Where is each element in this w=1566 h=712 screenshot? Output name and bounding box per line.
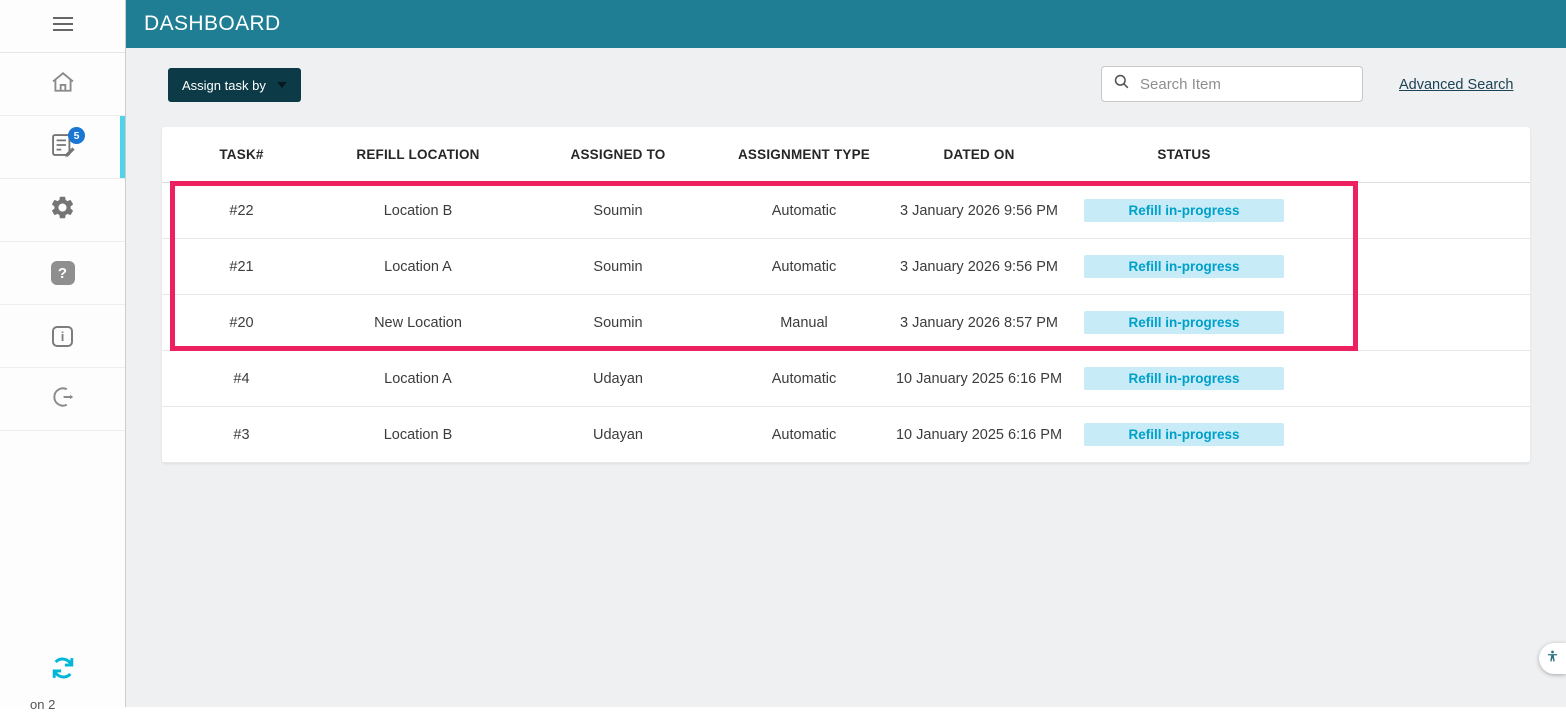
column-header-dated-on: DATED ON <box>887 147 1071 162</box>
top-header-bar: DASHBOARD <box>126 0 1566 48</box>
sidebar-item-help[interactable]: ? <box>0 242 125 305</box>
assign-task-by-label: Assign task by <box>182 78 266 93</box>
cell-status: Refill in-progress <box>1071 255 1297 278</box>
sidebar-item-settings[interactable] <box>0 179 125 242</box>
column-header-status: STATUS <box>1071 147 1297 162</box>
table-row[interactable]: #20 New Location Soumin Manual 3 January… <box>162 295 1530 351</box>
accessibility-widget-button[interactable] <box>1539 643 1566 674</box>
page-title: DASHBOARD <box>144 12 281 36</box>
cell-task: #3 <box>162 427 321 443</box>
cell-status: Refill in-progress <box>1071 423 1297 446</box>
cell-dated: 10 January 2025 6:16 PM <box>887 427 1071 443</box>
cell-type: Automatic <box>721 203 887 219</box>
cell-type: Automatic <box>721 259 887 275</box>
menu-toggle-button[interactable] <box>0 0 125 53</box>
home-icon <box>49 68 77 101</box>
cell-dated: 10 January 2025 6:16 PM <box>887 371 1071 387</box>
advanced-search-link[interactable]: Advanced Search <box>1399 77 1513 93</box>
cell-assigned: Udayan <box>515 371 721 387</box>
assign-task-by-button[interactable]: Assign task by <box>168 68 301 102</box>
cell-dated: 3 January 2026 8:57 PM <box>887 315 1071 331</box>
cell-location: Location A <box>321 259 515 275</box>
sidebar-item-logout[interactable] <box>0 368 125 431</box>
table-row[interactable]: #3 Location B Udayan Automatic 10 Januar… <box>162 407 1530 463</box>
chevron-down-icon <box>277 82 287 88</box>
version-text-fragment: on 2 <box>30 697 55 712</box>
column-header-refill-location: REFILL LOCATION <box>321 147 515 162</box>
tasks-table: TASK# REFILL LOCATION ASSIGNED TO ASSIGN… <box>162 127 1530 463</box>
cell-assigned: Soumin <box>515 259 721 275</box>
sidebar-item-home[interactable] <box>0 53 125 116</box>
sidebar-item-info[interactable]: i <box>0 305 125 368</box>
cell-type: Automatic <box>721 427 887 443</box>
status-badge: Refill in-progress <box>1084 423 1284 446</box>
cell-location: Location B <box>321 203 515 219</box>
help-icon: ? <box>51 261 75 285</box>
cell-status: Refill in-progress <box>1071 311 1297 334</box>
table-header-row: TASK# REFILL LOCATION ASSIGNED TO ASSIGN… <box>162 127 1530 183</box>
cell-type: Automatic <box>721 371 887 387</box>
cell-assigned: Soumin <box>515 203 721 219</box>
cell-location: Location A <box>321 371 515 387</box>
hamburger-icon <box>52 16 74 37</box>
table-row[interactable]: #4 Location A Udayan Automatic 10 Januar… <box>162 351 1530 407</box>
sync-icon <box>47 671 79 688</box>
cell-assigned: Soumin <box>515 315 721 331</box>
status-badge: Refill in-progress <box>1084 255 1284 278</box>
cell-location: Location B <box>321 427 515 443</box>
cell-type: Manual <box>721 315 887 331</box>
table-row[interactable]: #22 Location B Soumin Automatic 3 Januar… <box>162 183 1530 239</box>
column-header-assigned-to: ASSIGNED TO <box>515 147 721 162</box>
sidebar-item-tasks[interactable]: 5 <box>0 116 125 179</box>
search-input[interactable] <box>1140 76 1352 93</box>
main-content: Assign task by Advanced Search TASK# REF… <box>126 48 1566 707</box>
cell-status: Refill in-progress <box>1071 367 1297 390</box>
notification-badge: 5 <box>68 127 85 144</box>
gear-icon <box>49 194 76 226</box>
search-icon <box>1112 72 1131 96</box>
column-header-task: TASK# <box>162 147 321 162</box>
cell-task: #22 <box>162 203 321 219</box>
status-badge: Refill in-progress <box>1084 311 1284 334</box>
cell-location: New Location <box>321 315 515 331</box>
column-header-assignment-type: ASSIGNMENT TYPE <box>721 147 887 162</box>
logout-icon <box>50 384 76 415</box>
sync-button[interactable] <box>47 652 79 684</box>
cell-task: #20 <box>162 315 321 331</box>
cell-assigned: Udayan <box>515 427 721 443</box>
cell-task: #4 <box>162 371 321 387</box>
cell-dated: 3 January 2026 9:56 PM <box>887 203 1071 219</box>
cell-task: #21 <box>162 259 321 275</box>
accessibility-icon <box>1545 649 1560 669</box>
cell-dated: 3 January 2026 9:56 PM <box>887 259 1071 275</box>
status-badge: Refill in-progress <box>1084 367 1284 390</box>
info-icon: i <box>52 326 73 347</box>
cell-status: Refill in-progress <box>1071 199 1297 222</box>
sidebar: 5 ? i o <box>0 0 126 707</box>
table-row[interactable]: #21 Location A Soumin Automatic 3 Januar… <box>162 239 1530 295</box>
search-box <box>1101 66 1363 102</box>
status-badge: Refill in-progress <box>1084 199 1284 222</box>
